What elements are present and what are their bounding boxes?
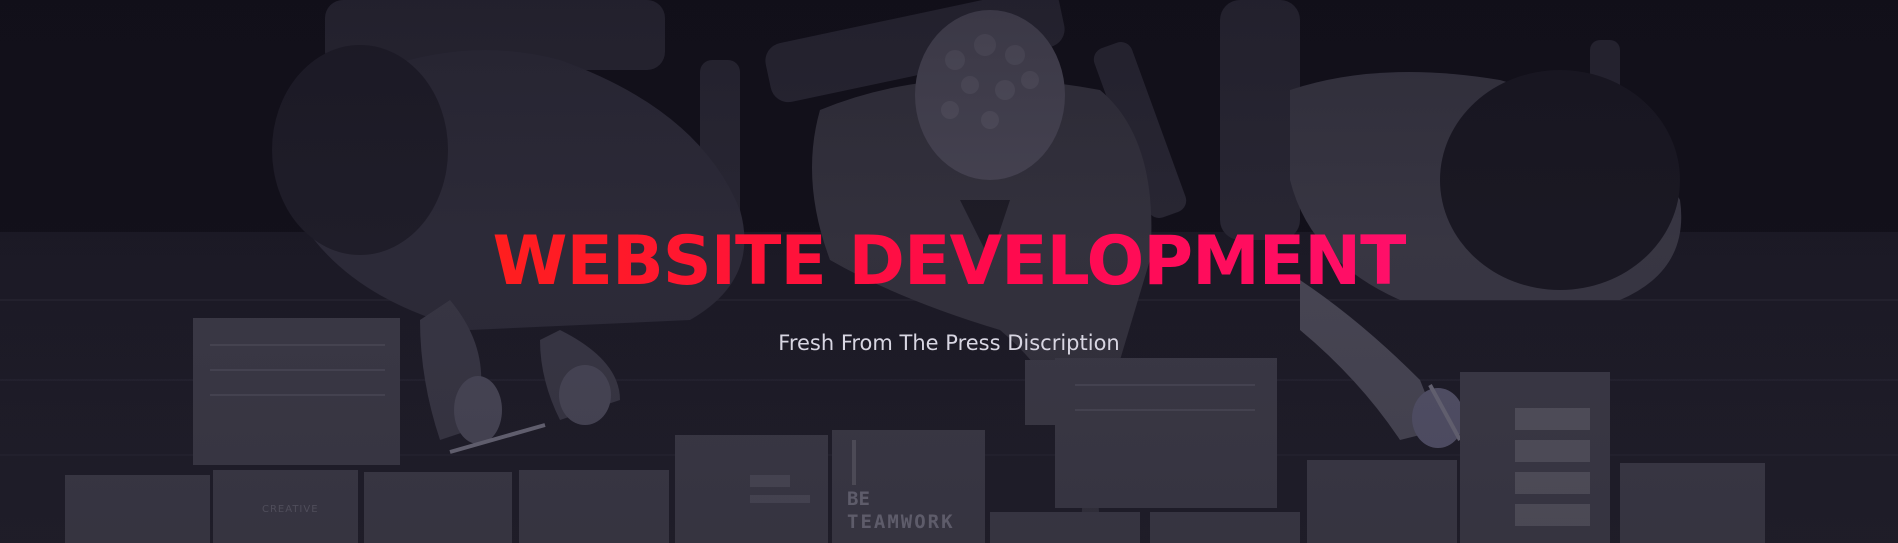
page-title: WEBSITE DEVELOPMENT — [0, 222, 1898, 302]
poster-text-teamwork: TEAMWORK — [847, 511, 955, 533]
page-subtitle: Fresh From The Press Discription — [778, 331, 1120, 355]
page-title-text: WEBSITE DEVELOPMENT — [492, 222, 1406, 301]
hero-banner: BE TEAMWORK CREATIVE WEBSITE DEVELOPMENT… — [0, 0, 1898, 543]
poster-text-be: BE — [847, 488, 870, 510]
paper-text-creative: CREATIVE — [262, 504, 319, 515]
